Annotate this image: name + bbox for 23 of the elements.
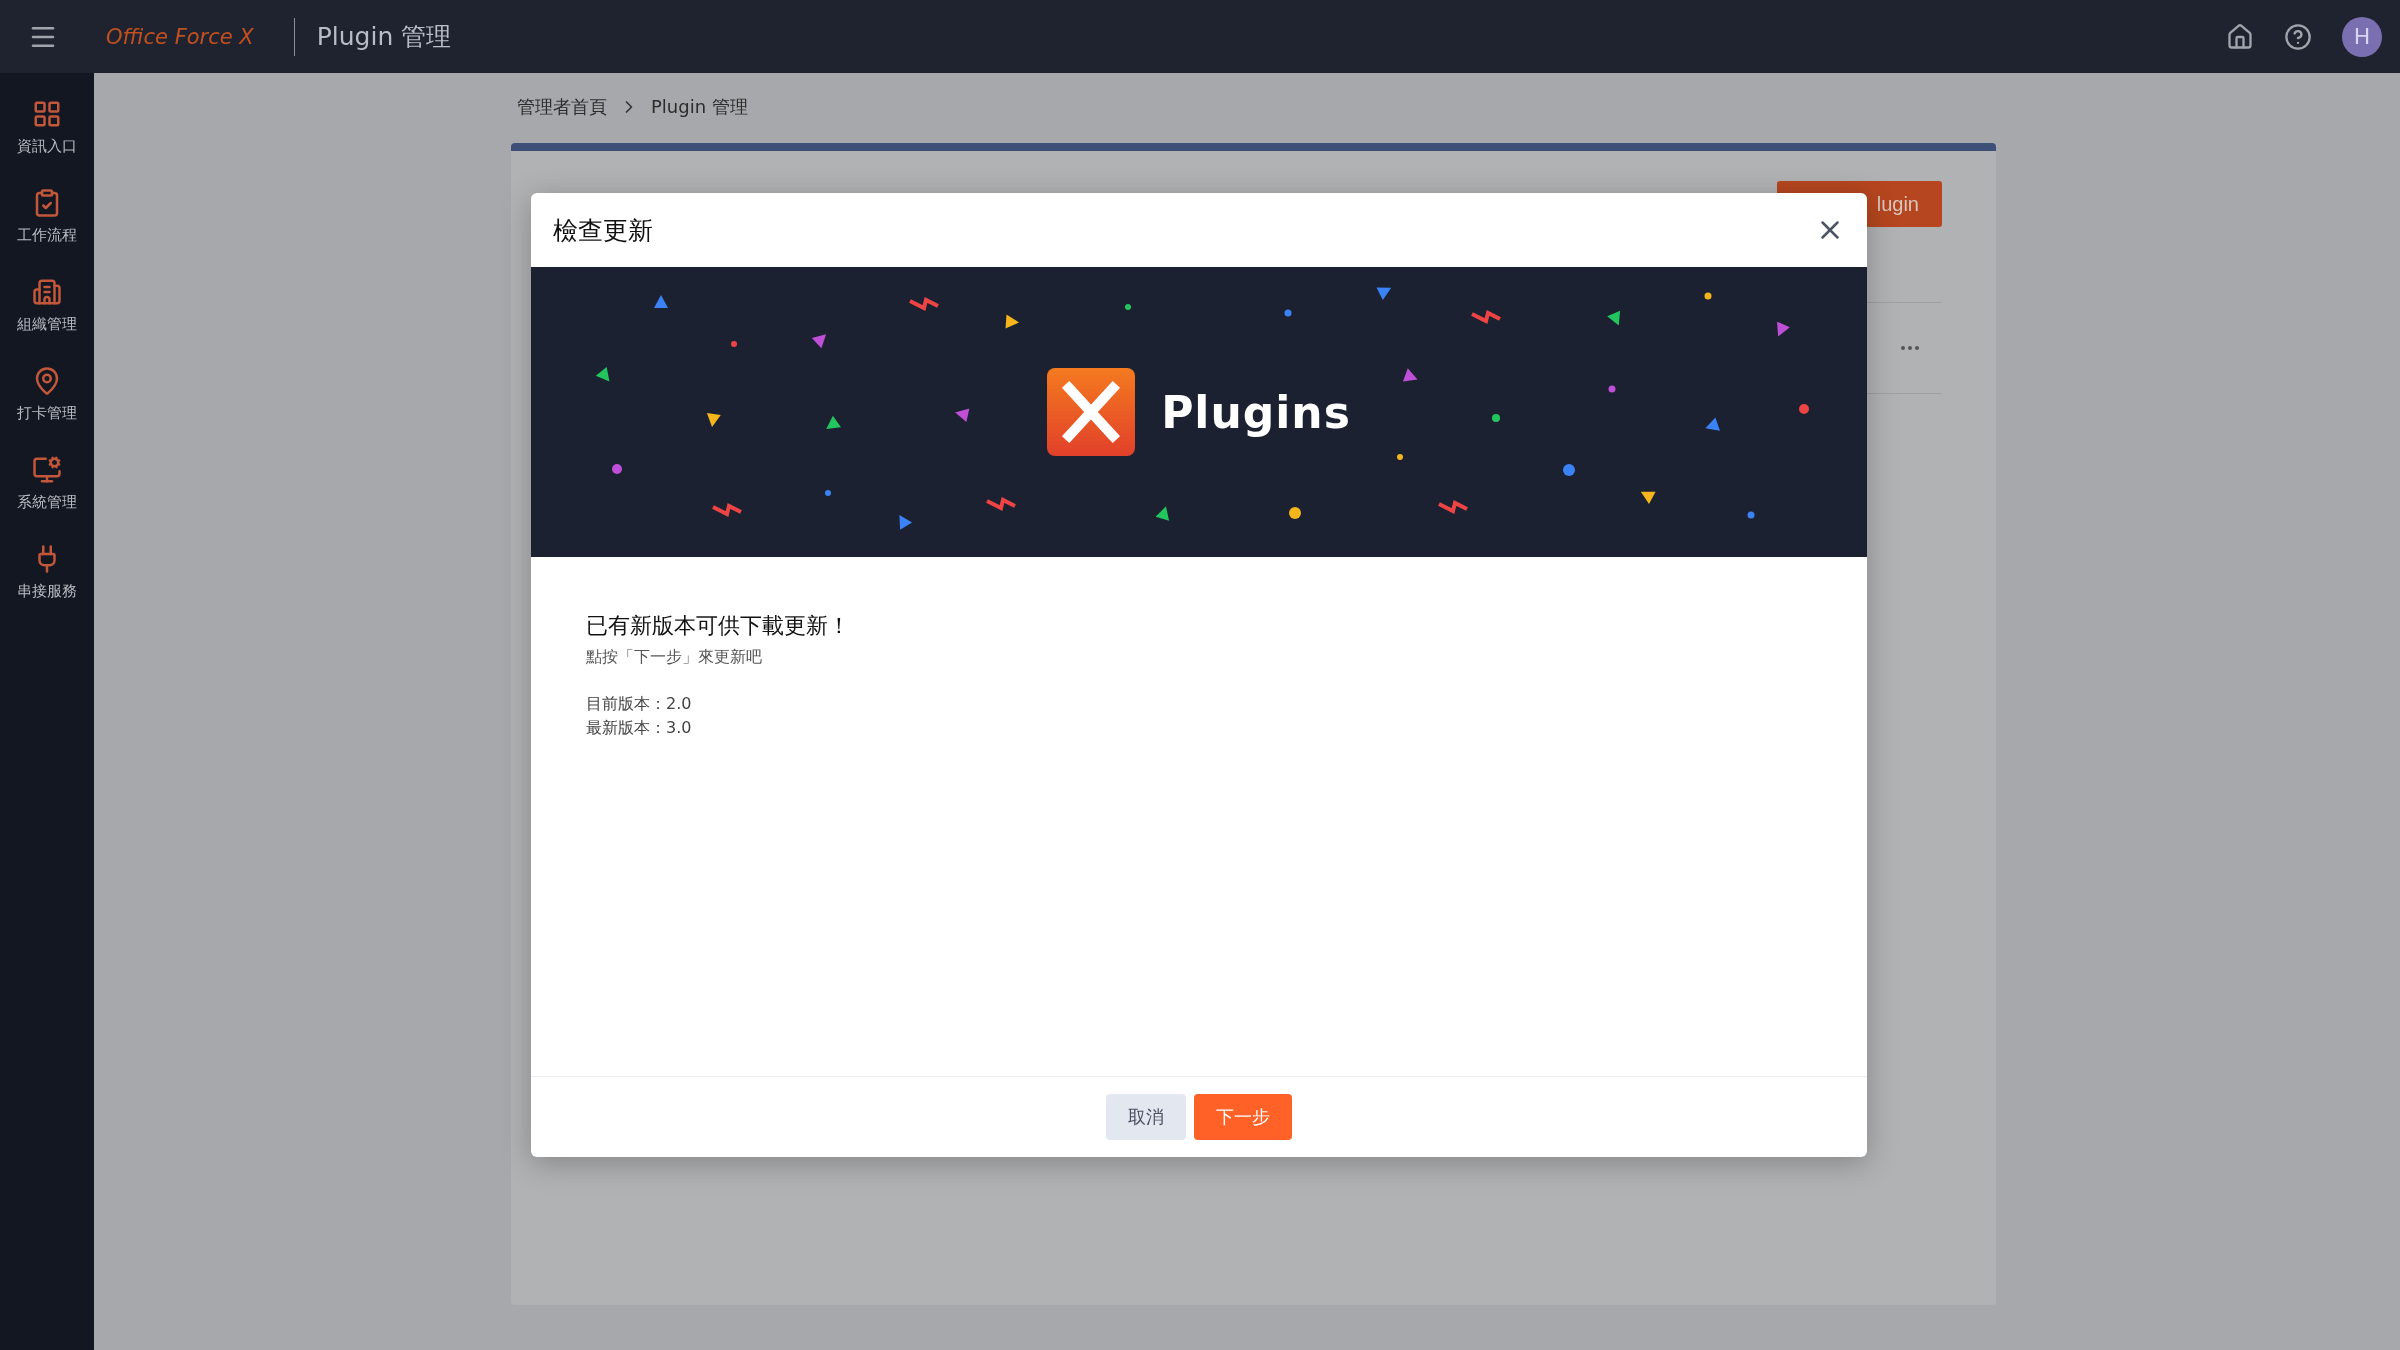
cancel-button[interactable]: 取消 [1106,1094,1186,1140]
dialog-title: 檢查更新 [553,214,653,247]
grid-icon [32,99,62,129]
home-icon[interactable] [2226,22,2254,51]
update-heading: 已有新版本可供下載更新！ [586,612,851,640]
breadcrumb-link[interactable]: Plugin 管理 [651,95,748,119]
sidebar-item[interactable]: 資訊入口 [17,99,77,156]
monitor-gear-icon [32,455,62,485]
sidebar-item[interactable]: 組織管理 [17,277,77,334]
update-hint: 點按「下一步」來更新吧 [586,647,763,668]
x-logo-icon [1047,368,1136,456]
building-icon [32,277,62,307]
sidebar-item[interactable]: 系統管理 [17,455,77,512]
sidebar-item[interactable]: 打卡管理 [17,366,77,423]
brand-logo: Office Force X [106,24,254,49]
sidebar-item[interactable]: 串接服務 [17,544,77,601]
sidebar-item[interactable]: 工作流程 [17,188,77,245]
banner-title: Plugins [1161,386,1351,438]
version-text: 最新版本：3.0 [586,717,693,739]
help-icon[interactable] [2284,22,2312,51]
breadcrumb-link[interactable]: 管理者首頁 [517,95,607,119]
page-title: Plugin 管理 [316,21,452,53]
version-text: 目前版本：2.0 [586,693,693,715]
